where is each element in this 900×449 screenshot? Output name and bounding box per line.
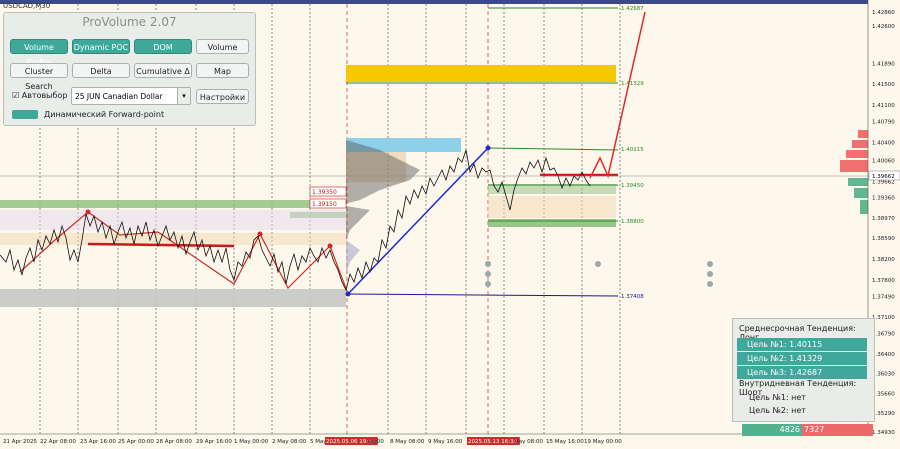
toggle-switch-icon[interactable] xyxy=(12,110,38,119)
symbol-label: USDCAD,M30 xyxy=(3,2,51,10)
level-label: 1.38800 xyxy=(621,219,644,225)
x-tick-label: 29 Apr 16:00 xyxy=(196,439,232,445)
x-tick-label: 15 May 16:00 xyxy=(546,439,584,445)
volume-profile-button[interactable]: Volume Profile xyxy=(10,39,68,67)
y-tick-label: 1.41100 xyxy=(872,103,895,109)
y-tick-label: 1.41500 xyxy=(872,82,895,88)
cumulative-delta-button[interactable]: Cumulative Δ xyxy=(134,63,192,78)
map-button[interactable]: Map xyxy=(196,63,249,78)
y-tick-label: 1.42600 xyxy=(872,24,895,30)
forward-point-toggle[interactable]: Динамический Forward-point xyxy=(12,110,164,119)
x-tick-label: 9 May 16:00 xyxy=(428,439,463,445)
level-label: 1.41329 xyxy=(621,81,644,87)
sell-volume: 7327 xyxy=(802,424,873,436)
provolume-panel: ProVolume 2.07 Volume Profile Dynamic PO… xyxy=(3,12,256,126)
y-tick-label: 1.34930 xyxy=(872,430,895,436)
x-tick-label: 2 May 08:00 xyxy=(272,439,307,445)
forward-label: Динамический Forward-point xyxy=(44,110,165,119)
target-1: Цель №1: 1.40115 xyxy=(737,338,867,351)
target-3: Цель №3: 1.42687 xyxy=(737,366,867,379)
y-tick-label: 1.42860 xyxy=(872,10,895,16)
chevron-down-icon[interactable]: ▾ xyxy=(177,88,190,104)
y-tick-label: 1.35660 xyxy=(872,391,895,397)
current-price-label: 1.39662 xyxy=(872,174,895,180)
dom-button[interactable]: DOM xyxy=(134,39,192,54)
y-tick-label: 1.35290 xyxy=(872,411,895,417)
autoselect-checkbox[interactable]: ☑ Автовыбор xyxy=(12,91,67,100)
x-tick-label: 22 Apr 08:00 xyxy=(40,439,76,445)
level-label: 1.37408 xyxy=(621,294,644,300)
volume-balance-bar: 4826 7327 xyxy=(742,424,873,436)
y-tick-label: 1.39360 xyxy=(872,195,895,201)
price-label: 1.39150 xyxy=(312,201,337,208)
y-tick-label: 1.36030 xyxy=(872,372,895,378)
settings-button[interactable]: Настройки xyxy=(196,89,249,104)
level-label: 1.39450 xyxy=(621,183,644,189)
panel-title: ProVolume 2.07 xyxy=(82,15,177,29)
y-tick-label: 1.37490 xyxy=(872,294,895,300)
cluster-search-button[interactable]: Cluster Search xyxy=(10,63,68,91)
x-tick-label: 2025.05.13 16:30 xyxy=(468,439,518,445)
target-2: Цель №2: 1.41329 xyxy=(737,352,867,365)
y-tick-label: 1.37100 xyxy=(872,315,895,321)
level-label: 1.40115 xyxy=(621,147,644,153)
y-tick-label: 1.38970 xyxy=(872,216,895,222)
y-tick-label: 1.36400 xyxy=(872,352,895,358)
x-tick-label: 28 Apr 08:00 xyxy=(156,439,192,445)
x-tick-label: 21 Apr 2025 xyxy=(3,439,38,445)
x-tick-label: 19 May 00:00 xyxy=(584,439,622,445)
x-tick-label: 8 May 08:00 xyxy=(390,439,425,445)
intraday-target-1: Цель №1: нет xyxy=(749,393,806,402)
x-tick-label: 25 Apr 00:00 xyxy=(118,439,154,445)
x-tick-label: 5 May xyxy=(310,439,327,445)
x-tick-label: 1 May 00:00 xyxy=(234,439,269,445)
instrument-select[interactable]: 25 JUN Canadian Dollar ▾ xyxy=(71,87,191,105)
trend-box: Среднесрочная Тенденция: Лонг Цель №1: 1… xyxy=(732,318,875,422)
instrument-value: 25 JUN Canadian Dollar xyxy=(75,92,163,101)
y-tick-label: 1.38590 xyxy=(872,236,895,242)
y-tick-label: 1.41890 xyxy=(872,61,895,67)
buy-volume: 4826 xyxy=(742,424,802,436)
x-tick-label: 23 Apr 16:00 xyxy=(80,439,116,445)
dynamic-poc-button[interactable]: Dynamic POC xyxy=(72,39,130,54)
autoselect-label: Автовыбор xyxy=(21,91,68,100)
price-label: 1.39350 xyxy=(312,189,337,196)
y-tick-label: 1.40790 xyxy=(872,120,895,126)
y-tick-label: 1.40400 xyxy=(872,140,895,146)
y-tick-label: 1.38200 xyxy=(872,257,895,263)
delta-button[interactable]: Delta xyxy=(72,63,130,78)
y-tick-label: 1.37800 xyxy=(872,278,895,284)
y-tick-label: 1.39662 xyxy=(872,179,895,185)
x-tick-label: 00:00 xyxy=(368,439,384,445)
intraday-target-2: Цель №2: нет xyxy=(749,406,806,415)
y-tick-label: 1.40060 xyxy=(872,158,895,164)
x-tick-label: May 08:00 xyxy=(514,439,543,445)
y-tick-label: 1.36790 xyxy=(872,331,895,337)
volume-button[interactable]: Volume xyxy=(196,39,249,54)
level-label: 1.42687 xyxy=(621,6,644,12)
